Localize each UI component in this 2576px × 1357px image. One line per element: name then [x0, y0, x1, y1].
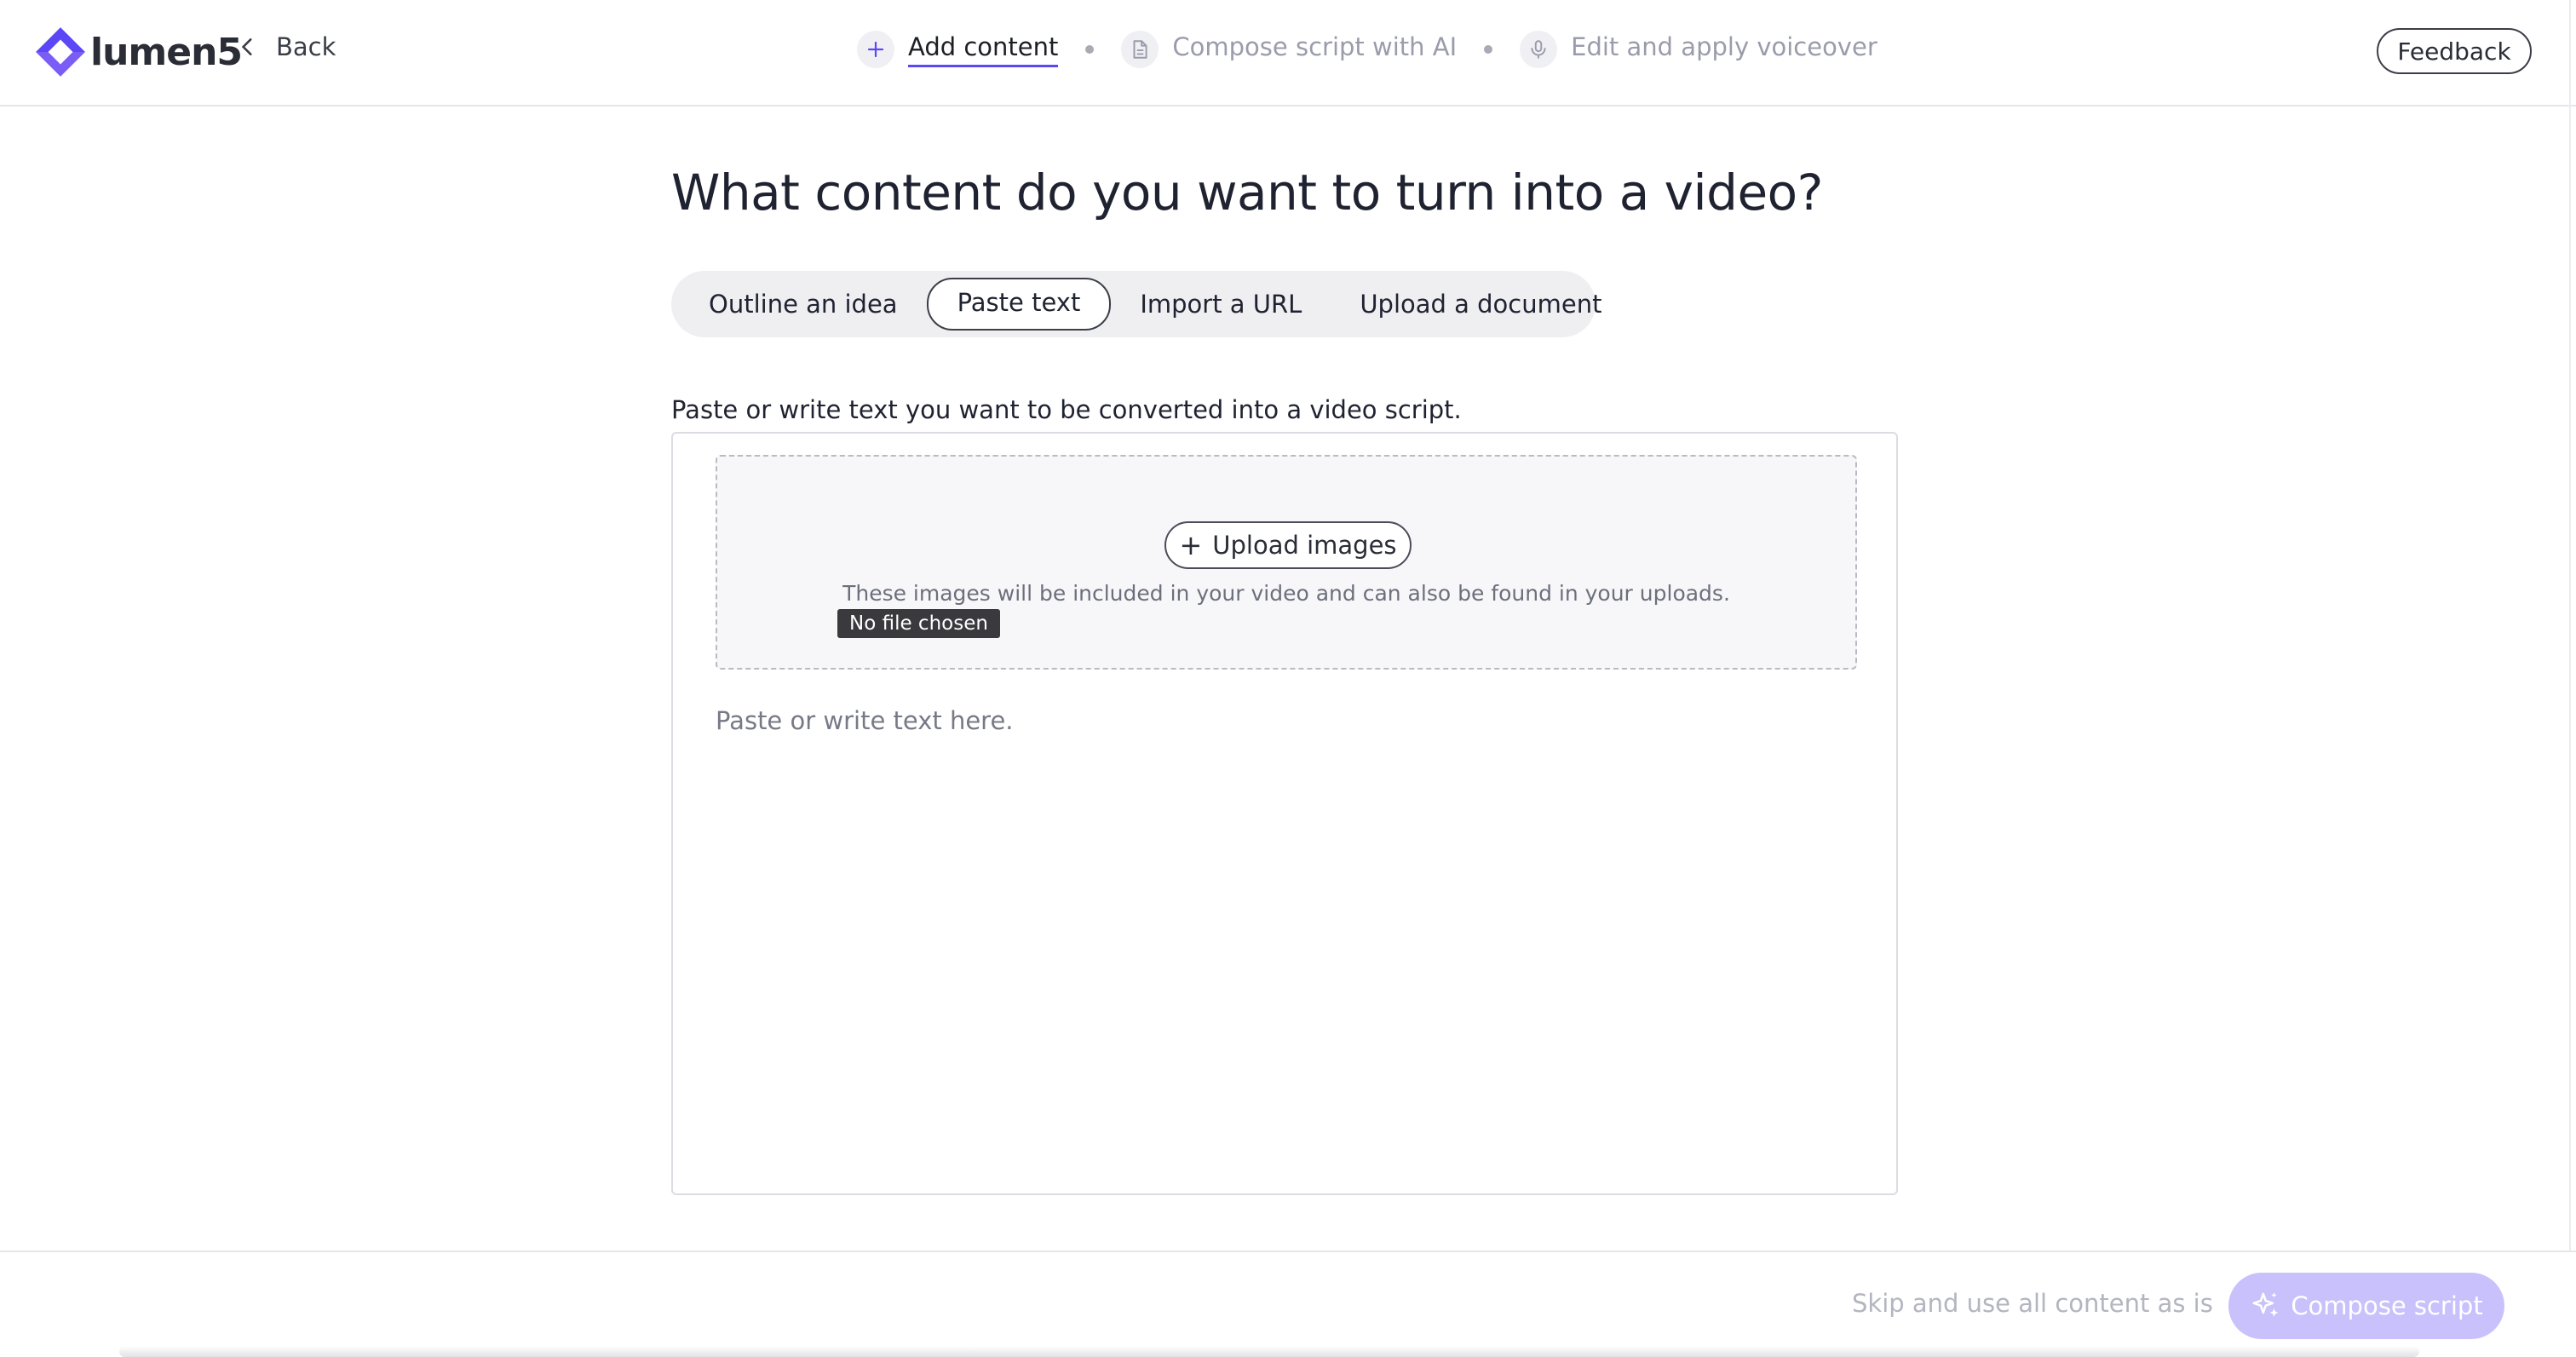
back-button[interactable]: Back [237, 32, 336, 61]
tab-paste-text[interactable]: Paste text [926, 278, 1112, 331]
skip-button[interactable]: Skip and use all content as is [1852, 1289, 2213, 1318]
instruction-text: Paste or write text you want to be conve… [671, 395, 1462, 424]
text-input-card: + Upload images These images will be inc… [671, 432, 1898, 1195]
progress-steps: Add content Compose script with AI Edit … [857, 31, 1877, 68]
content-source-tabs: Outline an idea Paste text Import a URL … [671, 271, 1601, 337]
compose-script-label: Compose script [2291, 1291, 2483, 1320]
document-icon [1121, 31, 1159, 68]
step-edit-voiceover[interactable]: Edit and apply voiceover [1520, 31, 1877, 68]
step-separator [1484, 45, 1493, 54]
plus-icon [857, 31, 894, 68]
step-add-content[interactable]: Add content [857, 31, 1059, 68]
tab-outline-idea[interactable]: Outline an idea [680, 279, 927, 329]
file-tooltip: No file chosen [837, 609, 1000, 638]
microphone-icon [1520, 31, 1558, 68]
tab-upload-document[interactable]: Upload a document [1331, 279, 1630, 329]
chevron-left-icon [241, 38, 252, 55]
back-label: Back [276, 32, 336, 61]
brand-logo[interactable]: lumen5 [34, 26, 243, 78]
bottom-shadow [119, 1346, 2419, 1357]
step-label: Add content [908, 32, 1059, 67]
step-label: Compose script with AI [1172, 32, 1458, 61]
upload-hint: These images will be included in your vi… [842, 581, 1730, 606]
sparkle-icon [2252, 1292, 2279, 1317]
compose-script-button[interactable]: Compose script [2228, 1273, 2504, 1339]
step-compose-script[interactable]: Compose script with AI [1121, 31, 1457, 68]
plus-icon: + [1179, 529, 1203, 561]
tab-import-url[interactable]: Import a URL [1111, 279, 1331, 329]
upload-images-button[interactable]: + Upload images [1164, 521, 1412, 569]
image-dropzone[interactable]: + Upload images These images will be inc… [716, 455, 1857, 670]
step-separator [1085, 45, 1095, 54]
step-label: Edit and apply voiceover [1571, 32, 1877, 61]
brand-name: lumen5 [90, 30, 243, 74]
script-text-input[interactable] [716, 706, 1857, 1166]
lumen5-logo-icon [36, 27, 85, 77]
feedback-button[interactable]: Feedback [2377, 28, 2532, 74]
page-title: What content do you want to turn into a … [671, 164, 1823, 221]
upload-images-label: Upload images [1212, 531, 1397, 560]
scrollbar[interactable] [2569, 0, 2571, 1357]
top-header: lumen5 Back Add content Compose script w… [0, 0, 2576, 106]
